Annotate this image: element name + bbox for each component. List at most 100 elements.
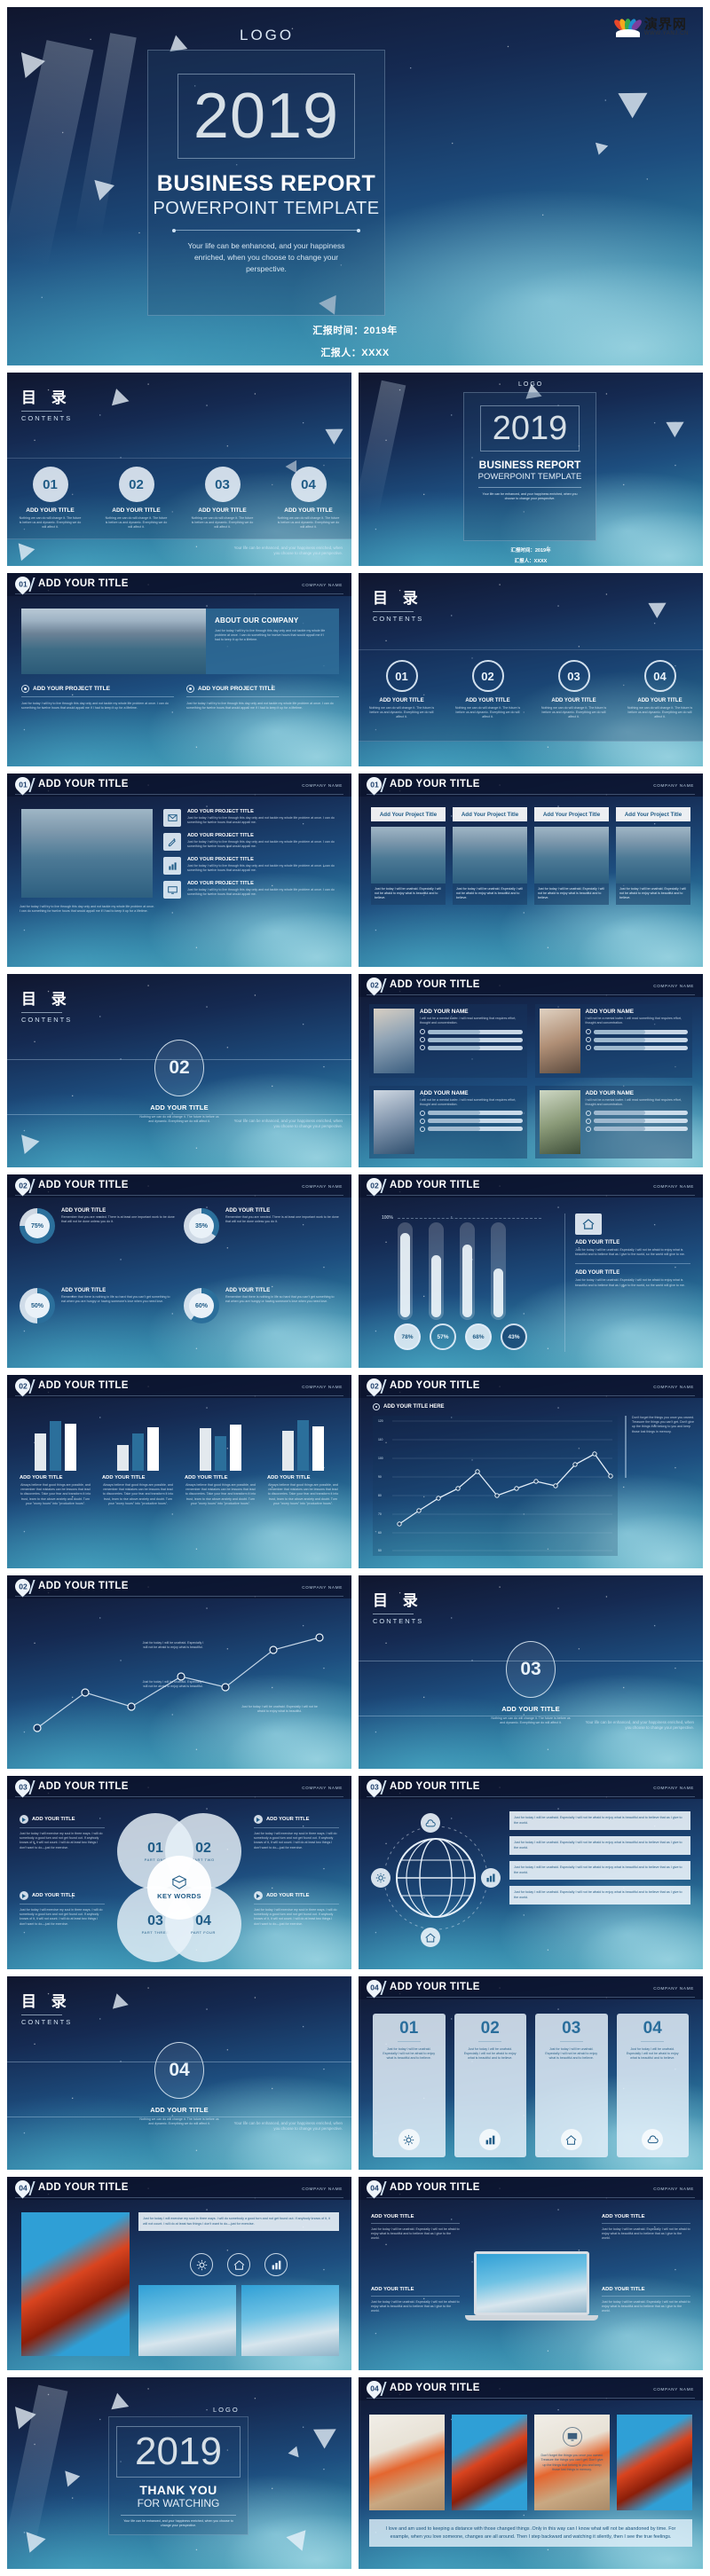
- edit-icon: [163, 833, 181, 851]
- donut-stat[interactable]: 50% ADD YOUR TITLE Remember that there i…: [20, 1288, 175, 1359]
- chart-icon[interactable]: [264, 2253, 288, 2276]
- donut-stat[interactable]: 35% ADD YOUR TITLE Remember that you are…: [184, 1208, 339, 1279]
- bar-chart-item[interactable]: ADD YOUR TITLE Always believe that good …: [102, 1410, 174, 1506]
- slide-toc-2[interactable]: 目 录 CONTENTS 01 ADD YOUR TITLE Nothing w…: [359, 573, 703, 766]
- slide-divider-04[interactable]: 目 录 CONTENTS 04 ADD YOUR TITLE Nothing w…: [7, 1976, 351, 2170]
- bar: [200, 1428, 211, 1471]
- step-card-04[interactable]: 04 Just for today I will be unafraid. Es…: [616, 2014, 689, 2157]
- slide-bar-chart[interactable]: 02 ADD YOUR TITLE COMPANY NAME ADD YOUR …: [7, 1375, 351, 1568]
- bar-item-desc: Always believe that good things are poss…: [267, 1483, 339, 1505]
- project-tab[interactable]: Add Your Project Title: [534, 807, 609, 821]
- final-quote: I love and am used to keeping a distance…: [369, 2519, 692, 2548]
- toc-cn-title: 目 录: [21, 991, 72, 1008]
- project-tab[interactable]: Add Your Project Title: [616, 807, 690, 821]
- slide-icon-list[interactable]: 01 ADD YOUR TITLE COMPANY NAME Just for …: [7, 774, 351, 967]
- toc-item-04[interactable]: 04 ADD YOUR TITLE Nothing we can do will…: [617, 649, 703, 742]
- thermometer-value: 78%: [394, 1323, 421, 1350]
- slide-globe[interactable]: 03 ADD YOUR TITLE COMPANY NAME Just for …: [359, 1776, 703, 1969]
- donut-stat[interactable]: 60% ADD YOUR TITLE Remember that there i…: [184, 1288, 339, 1359]
- slide-divider-03[interactable]: 目 录 CONTENTS 03 ADD YOUR TITLE Nothing w…: [359, 1575, 703, 1769]
- laptop-item-left-top[interactable]: ADD YOUR TITLE Just for today I will be …: [371, 2214, 460, 2242]
- slide-toc-1[interactable]: 目 录 CONTENTS 01 ADD YOUR TITLE Nothing w…: [7, 373, 351, 566]
- slide-cover-mini[interactable]: LOGO 2019 BUSINESS REPORT POWERPOINT TEM…: [359, 373, 703, 566]
- step-card-01[interactable]: 01 Just for today I will be unafraid. Es…: [373, 2014, 446, 2157]
- step-card-03[interactable]: 03 Just for today I will be unafraid. Es…: [535, 2014, 608, 2157]
- keyword-item-title: ADD YOUR TITLE: [266, 1893, 310, 1898]
- slide-about-company[interactable]: 01 ADD YOUR TITLE COMPANY NAME ABOUT OUR…: [7, 573, 351, 766]
- icon-list-row[interactable]: ADD YOUR PROJECT TITLE Just for today I …: [163, 833, 341, 851]
- toc-item-01[interactable]: 01 ADD YOUR TITLE Nothing we can do will…: [7, 458, 93, 539]
- donut-title: ADD YOUR TITLE: [61, 1288, 106, 1293]
- slide-gallery[interactable]: 04 ADD YOUR TITLE COMPANY NAME Just for …: [7, 2177, 351, 2370]
- about-photo: [21, 609, 206, 674]
- icon-list-row[interactable]: ADD YOUR PROJECT TITLE Just for today I …: [163, 809, 341, 827]
- toc-item-04[interactable]: 04 ADD YOUR TITLE Nothing we can do will…: [265, 458, 351, 539]
- bar: [65, 1423, 76, 1471]
- project-card[interactable]: Just for today I will be unafraid. Espec…: [371, 827, 446, 905]
- toc-item-02[interactable]: 02 ADD YOUR TITLE Nothing we can do will…: [445, 649, 531, 742]
- slide-project-tabs[interactable]: 01 ADD YOUR TITLE COMPANY NAME Add Your …: [359, 774, 703, 967]
- gear-icon[interactable]: [190, 2253, 213, 2276]
- slide-cover[interactable]: LOGO 演界网 WWW.YANJ.CN 2019 BUSINESS REPOR…: [7, 7, 703, 365]
- laptop-item-desc: Just for today I will be unafraid. Espec…: [371, 2227, 460, 2241]
- keyword-side-right-top[interactable]: ADD YOUR TITLE Just for today I will exe…: [254, 1815, 339, 1850]
- toc-item-03[interactable]: 03 ADD YOUR TITLE Nothing we can do will…: [179, 458, 265, 539]
- slide-final-gallery[interactable]: 04 ADD YOUR TITLE COMPANY NAME Don't for…: [359, 2377, 703, 2569]
- team-member-card[interactable]: ADD YOUR NAME I will not be a mental loa…: [534, 1004, 692, 1078]
- box-icon: [171, 1875, 187, 1889]
- play-icon: [20, 1815, 28, 1824]
- project-card[interactable]: Just for today I will be unafraid. Espec…: [616, 827, 690, 905]
- team-member-card[interactable]: ADD YOUR NAME I will not be a mental loa…: [369, 1085, 527, 1158]
- project-tab[interactable]: Add Your Project Title: [371, 807, 446, 821]
- icon-list-row[interactable]: ADD YOUR PROJECT TITLE Just for today I …: [163, 857, 341, 875]
- home-icon[interactable]: [227, 2253, 250, 2276]
- keyword-side-right-bottom[interactable]: ADD YOUR TITLE Just for today I will exe…: [254, 1891, 339, 1927]
- cover-divider-rule: [172, 228, 360, 232]
- bar-chart-item[interactable]: ADD YOUR TITLE Always believe that good …: [20, 1410, 91, 1506]
- toc-item-02[interactable]: 02 ADD YOUR TITLE Nothing we can do will…: [93, 458, 179, 539]
- laptop-item-left-bottom[interactable]: ADD YOUR TITLE Just for today I will be …: [371, 2287, 460, 2314]
- bullet-icon: [420, 1045, 425, 1051]
- project-title: ADD YOUR PROJECT TITLE: [198, 686, 275, 692]
- slide-timeline-chart[interactable]: 02 ADD YOUR TITLE COMPANY NAME Just for …: [7, 1575, 351, 1769]
- slide-keywords[interactable]: 03 ADD YOUR TITLE COMPANY NAME ADD YOUR …: [7, 1776, 351, 1969]
- laptop-item-right-top[interactable]: ADD YOUR TITLE Just for today I will be …: [602, 2214, 690, 2242]
- slide-donut-stats[interactable]: 02 ADD YOUR TITLE COMPANY NAME 75% ADD Y…: [7, 1174, 351, 1368]
- cloud-icon: [642, 2129, 664, 2150]
- slide-team[interactable]: 02 ADD YOUR TITLE COMPANY NAME ADD YOUR …: [359, 974, 703, 1167]
- thermometer[interactable]: [398, 1222, 413, 1320]
- project-card[interactable]: Just for today I will be unafraid. Espec…: [453, 827, 527, 905]
- project-tab[interactable]: Add Your Project Title: [453, 807, 527, 821]
- team-member-card[interactable]: ADD YOUR NAME I will not be a mental loa…: [534, 1085, 692, 1158]
- thermometer[interactable]: [460, 1222, 475, 1320]
- home-icon: [560, 2129, 582, 2150]
- slide-closing[interactable]: LOGO 2019 THANK YOU FOR WATCHING Your li…: [7, 2377, 351, 2569]
- donut-stat[interactable]: 75% ADD YOUR TITLE Remember that you are…: [20, 1208, 175, 1279]
- laptop-item-right-bottom[interactable]: ADD YOUR TITLE Just for today I will be …: [602, 2287, 690, 2314]
- bar-chart-item[interactable]: ADD YOUR TITLE Always believe that good …: [185, 1410, 256, 1506]
- slide-laptop[interactable]: 04 ADD YOUR TITLE COMPANY NAME ADD YOUR …: [359, 2177, 703, 2370]
- toc-item-01[interactable]: 01 ADD YOUR TITLE Nothing we can do will…: [359, 649, 445, 742]
- keyword-side-left-bottom[interactable]: ADD YOUR TITLE Just for today I will exe…: [20, 1891, 105, 1927]
- thermometer[interactable]: [491, 1222, 506, 1320]
- bullet-icon: [420, 1118, 425, 1124]
- laptop-item-desc: Just for today I will be unafraid. Espec…: [602, 2300, 690, 2313]
- slide-line-chart[interactable]: 02 ADD YOUR TITLE COMPANY NAME ADD YOUR …: [359, 1375, 703, 1568]
- step-card-02[interactable]: 02 Just for today I will be unafraid. Es…: [454, 2014, 526, 2157]
- team-member-card[interactable]: ADD YOUR NAME I will not be a mental loa…: [369, 1004, 527, 1078]
- thermometer[interactable]: [429, 1222, 444, 1320]
- keyword-side-left-top[interactable]: ADD YOUR TITLE Just for today I will exe…: [20, 1815, 105, 1850]
- donut-chart: 60%: [184, 1288, 219, 1323]
- toc-item-03[interactable]: 03 ADD YOUR TITLE Nothing we can do will…: [531, 649, 617, 742]
- toc-number-badge: 01: [32, 467, 68, 502]
- slide-steps[interactable]: 04 ADD YOUR TITLE COMPANY NAME 01 Just f…: [359, 1976, 703, 2170]
- bar-chart-item[interactable]: ADD YOUR TITLE Always believe that good …: [267, 1410, 339, 1506]
- slide-thermometers[interactable]: 02 ADD YOUR TITLE COMPANY NAME 100% 78% …: [359, 1174, 703, 1368]
- icon-list-row[interactable]: ADD YOUR PROJECT TITLE Just for today I …: [163, 881, 341, 899]
- company-name-label: COMPANY NAME: [302, 1385, 343, 1389]
- closing-description: Your life can be enhanced, and your happ…: [123, 2519, 233, 2528]
- slide-divider-02[interactable]: 目 录 CONTENTS 02 ADD YOUR TITLE Nothing w…: [7, 974, 351, 1167]
- project-card[interactable]: Just for today I will be unafraid. Espec…: [534, 827, 609, 905]
- slide-title: ADD YOUR TITLE: [390, 2383, 480, 2393]
- icon-row-body: Just for today I will try to live throug…: [187, 816, 335, 825]
